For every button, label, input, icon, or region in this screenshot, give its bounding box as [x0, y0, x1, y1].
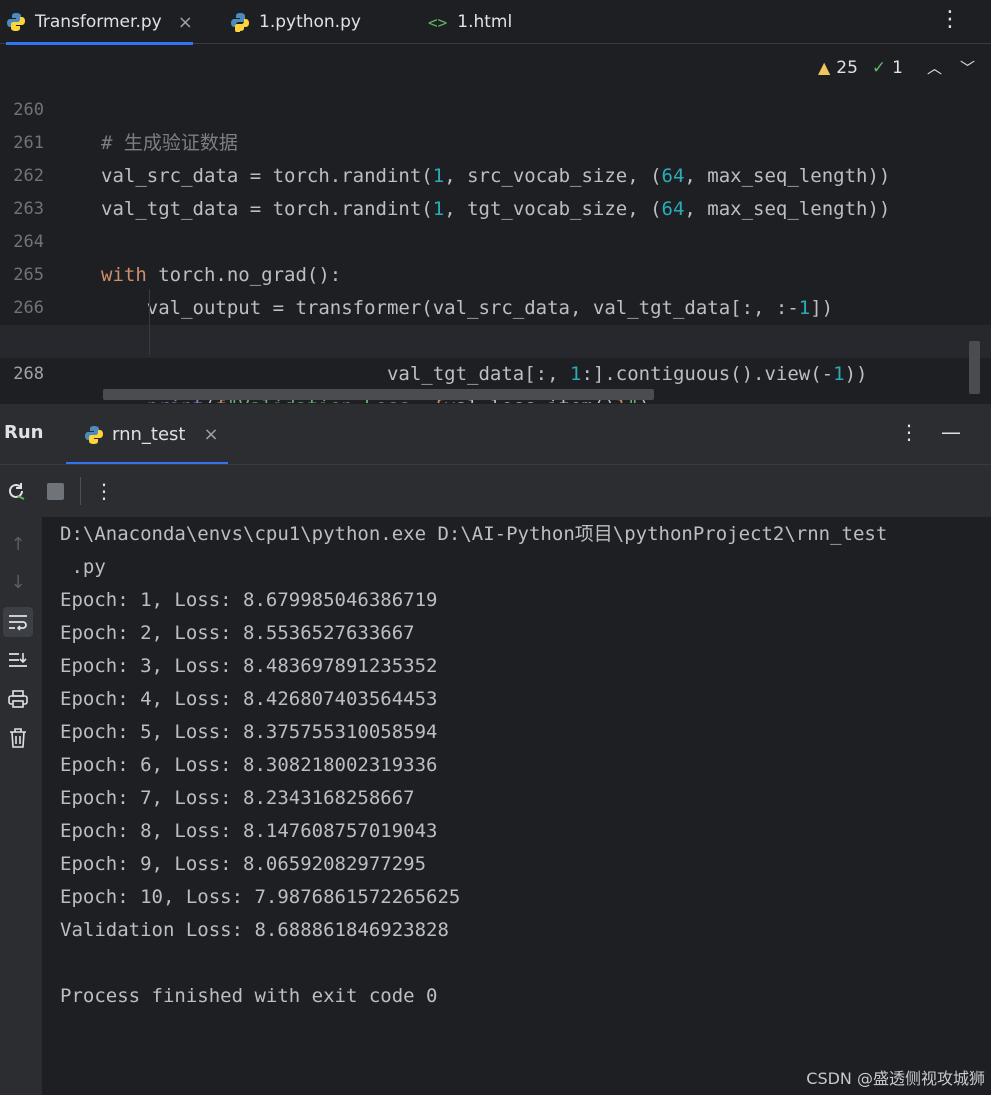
tab-transformer-py[interactable]: Transformer.py ×	[6, 0, 193, 45]
line-number: 268	[13, 364, 44, 384]
console-line: Epoch: 3, Loss: 8.483697891235352	[60, 655, 438, 677]
partial-line: transformer.train()	[101, 45, 318, 47]
more-icon[interactable]: ⋮	[899, 420, 919, 444]
trash-icon[interactable]	[3, 723, 33, 753]
console-line: Validation Loss: 8.688861846923828	[60, 919, 449, 941]
arrow-down-icon[interactable]: ↓	[3, 567, 33, 597]
console-line: Epoch: 4, Loss: 8.426807403564453	[60, 688, 438, 710]
toolbar-separator	[80, 477, 81, 505]
horizontal-scrollbar[interactable]	[103, 389, 654, 400]
code-line: 266 val_loss = criterion(val_output.cont…	[0, 259, 991, 352]
code-text: val_tgt_data[:, 1:].contiguous().view(-1…	[101, 363, 868, 385]
console-line: Epoch: 6, Loss: 8.308218002319336	[60, 754, 438, 776]
tab-label: Transformer.py	[35, 12, 162, 32]
code-line: 263	[0, 160, 991, 219]
console-line: Epoch: 9, Loss: 8.06592082977295	[60, 853, 427, 875]
console-line: .py	[60, 556, 106, 578]
editor-tab-bar: Transformer.py × 1.python.py <> 1.html ⋮	[0, 0, 991, 45]
soft-wrap-icon[interactable]	[3, 607, 33, 637]
console-line: Epoch: 5, Loss: 8.375755310058594	[60, 721, 438, 743]
html-file-icon: <>	[428, 12, 448, 32]
console-line: Epoch: 1, Loss: 8.679985046386719	[60, 589, 438, 611]
code-line: 265 val_output = transformer(val_src_dat…	[0, 226, 991, 319]
code-line: 264 with torch.no_grad():	[0, 193, 991, 286]
code-line: 262 val_tgt_data = torch.randint(1, tgt_…	[0, 127, 991, 220]
console-line: Epoch: 7, Loss: 8.2343168258667	[60, 787, 415, 809]
console-side-toolbar: ↑ ↓	[0, 517, 42, 1095]
tab-1-html[interactable]: <> 1.html	[428, 0, 512, 44]
print-icon[interactable]	[3, 684, 33, 714]
close-icon[interactable]: ×	[203, 424, 218, 445]
minimize-icon[interactable]: —	[941, 420, 961, 444]
run-title: Run	[4, 422, 44, 443]
console-line: Epoch: 2, Loss: 8.5536527633667	[60, 622, 415, 644]
watermark: CSDN @盛透侧视攻城狮	[806, 1069, 985, 1088]
stop-icon[interactable]	[42, 478, 68, 504]
console-line: Process finished with exit code 0	[60, 985, 438, 1007]
close-icon[interactable]: ×	[178, 12, 193, 33]
scroll-to-end-icon[interactable]	[3, 645, 33, 675]
run-toolbar: ⋮	[0, 464, 991, 517]
more-icon[interactable]: ⋮	[91, 478, 117, 504]
run-tool-window-header: Run rnn_test × ⋮ —	[0, 403, 991, 465]
run-tab-label: rnn_test	[112, 424, 186, 445]
python-file-icon	[231, 13, 249, 32]
vertical-scrollbar[interactable]	[969, 341, 980, 394]
tab-label: 1.python.py	[259, 12, 361, 32]
run-tab-rnn-test[interactable]: rnn_test ×	[66, 404, 228, 465]
rerun-icon[interactable]	[3, 478, 29, 504]
indent-guide	[149, 289, 150, 355]
console-line: D:\Anaconda\envs\cpu1\python.exe D:\AI-P…	[60, 523, 888, 545]
python-file-icon	[85, 425, 103, 444]
console-output[interactable]: D:\Anaconda\envs\cpu1\python.exe D:\AI-P…	[42, 517, 991, 1095]
code-line: 261 val_src_data = torch.randint(1, src_…	[0, 94, 991, 187]
run-window-actions: ⋮ —	[899, 420, 961, 444]
console-line: Epoch: 8, Loss: 8.147608757019043	[60, 820, 438, 842]
code-editor[interactable]: transformer.train() ▲ 25 ✓ 1 ︿ ﹀ 260 # 生…	[0, 45, 991, 403]
tab-label: 1.html	[457, 12, 513, 32]
code-line: 260 # 生成验证数据	[0, 61, 991, 154]
console-line: Epoch: 10, Loss: 7.9876861572265625	[60, 886, 461, 908]
python-file-icon	[7, 13, 25, 31]
arrow-up-icon[interactable]: ↑	[3, 529, 33, 559]
tab-1-python-py[interactable]: 1.python.py	[230, 0, 361, 44]
more-icon[interactable]: ⋮	[939, 6, 961, 34]
